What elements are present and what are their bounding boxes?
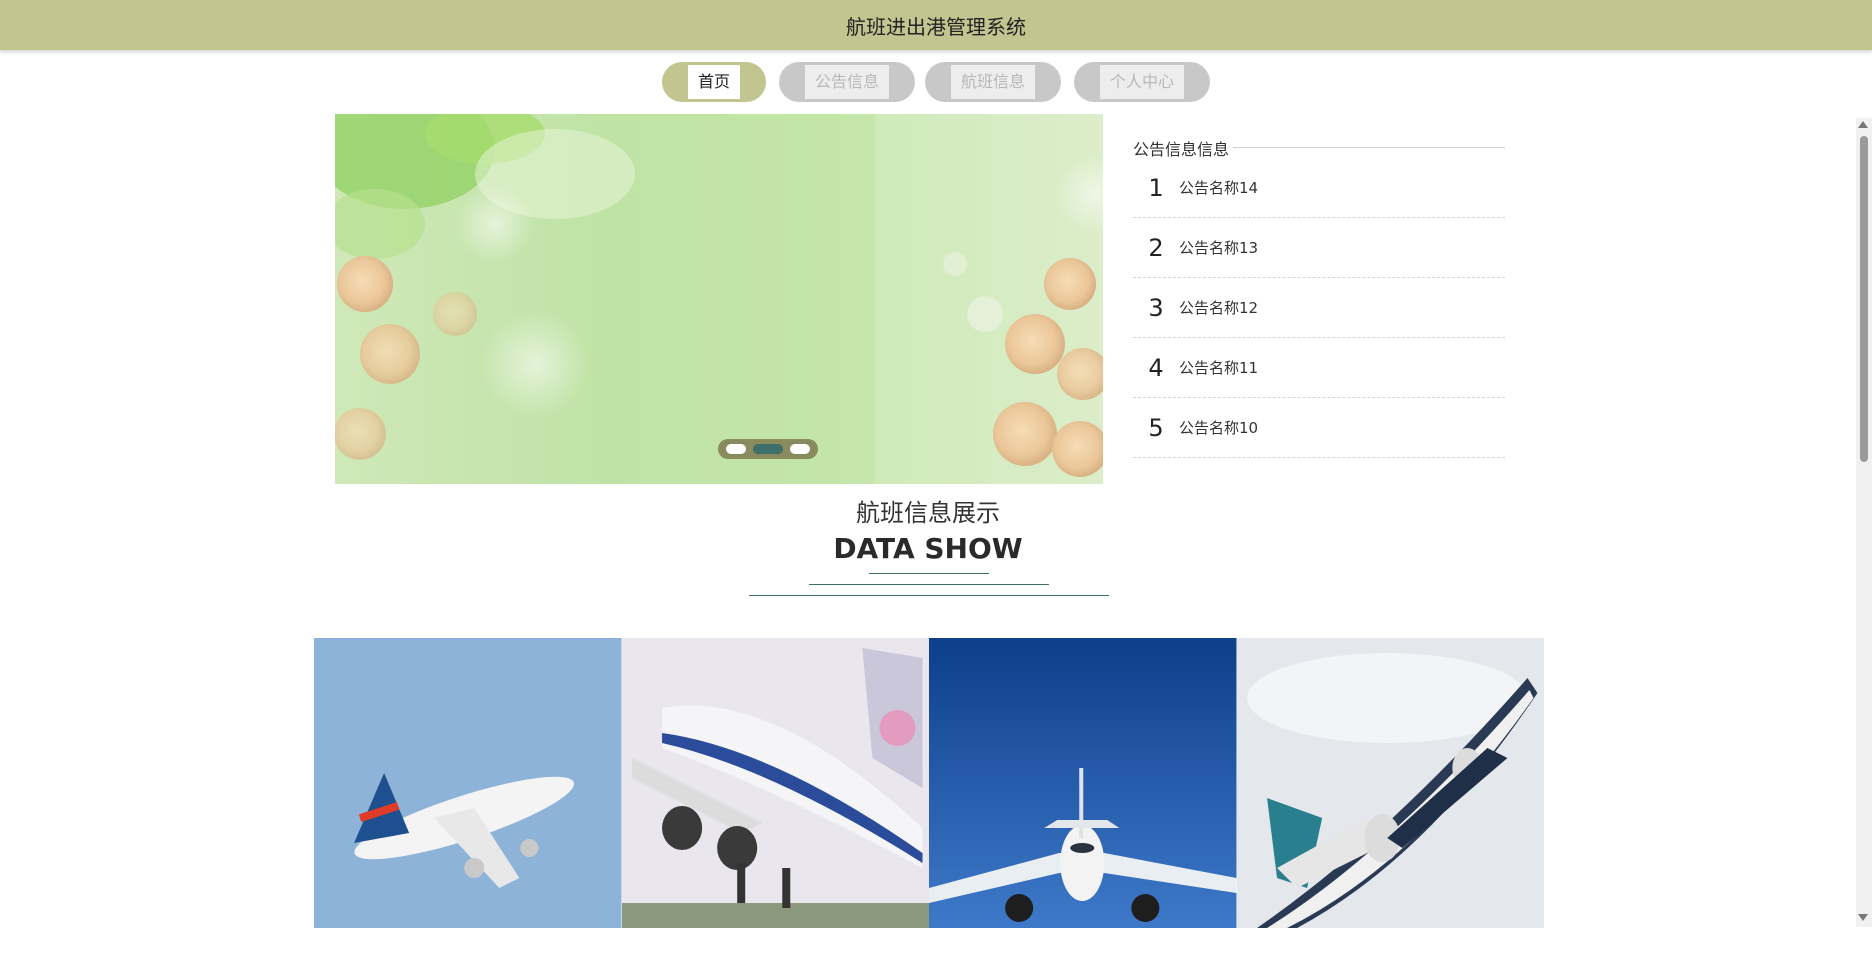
carousel-dot-active[interactable] xyxy=(753,444,783,454)
scroll-up-icon[interactable] xyxy=(1858,121,1868,128)
nav-item-notices[interactable]: 公告信息 xyxy=(779,62,915,102)
notice-text: 公告名称14 xyxy=(1179,179,1259,197)
nav-item-label: 公告信息 xyxy=(804,65,889,99)
nav-item-label: 首页 xyxy=(687,65,740,99)
airplane-icon xyxy=(314,638,622,928)
notice-number: 1 xyxy=(1148,173,1164,202)
carousel-indicators xyxy=(718,439,818,459)
notice-number: 4 xyxy=(1148,353,1164,382)
carousel-dot[interactable] xyxy=(726,444,746,454)
notice-text: 公告名称10 xyxy=(1179,419,1259,437)
notice-text: 公告名称12 xyxy=(1179,299,1259,317)
flight-gallery xyxy=(314,638,1544,928)
notice-item[interactable]: 4 公告名称11 xyxy=(1133,338,1505,398)
notice-item[interactable]: 2 公告名称13 xyxy=(1133,218,1505,278)
banner-image xyxy=(335,114,1103,484)
notice-item[interactable]: 3 公告名称12 xyxy=(1133,278,1505,338)
nav-item-label: 航班信息 xyxy=(950,65,1035,99)
section-subtitle: DATA SHOW xyxy=(833,532,1023,565)
notice-number: 5 xyxy=(1148,413,1164,442)
flight-card[interactable] xyxy=(1236,638,1544,928)
header-bar: 航班进出港管理系统 xyxy=(0,0,1872,50)
airplane-icon xyxy=(929,638,1237,928)
notice-item[interactable]: 5 公告名称10 xyxy=(1133,398,1505,458)
scrollbar-thumb[interactable] xyxy=(1860,136,1868,462)
nav-item-home[interactable]: 首页 xyxy=(662,62,766,102)
nav-item-profile[interactable]: 个人中心 xyxy=(1074,62,1210,102)
airplane-icon xyxy=(621,638,929,928)
notice-text: 公告名称13 xyxy=(1179,239,1259,257)
notice-header: 公告信息信息 xyxy=(1133,134,1505,160)
notice-panel: 公告信息信息 1 公告名称14 2 公告名称13 3 公告名称12 4 公告名称… xyxy=(1133,134,1505,458)
notice-item[interactable]: 1 公告名称14 xyxy=(1133,158,1505,218)
notice-number: 3 xyxy=(1148,293,1164,322)
nav-item-flights[interactable]: 航班信息 xyxy=(925,62,1061,102)
divider xyxy=(869,573,989,574)
airplane-icon xyxy=(1236,638,1544,928)
flight-card[interactable] xyxy=(314,638,622,928)
section-title: 航班信息展示 xyxy=(856,499,1000,527)
nav-item-label: 个人中心 xyxy=(1099,65,1184,99)
flight-card[interactable] xyxy=(621,638,929,928)
banner-carousel[interactable] xyxy=(335,114,1103,484)
flight-card[interactable] xyxy=(929,638,1237,928)
notice-title: 公告信息信息 xyxy=(1133,136,1234,160)
divider xyxy=(809,584,1049,585)
main-nav: 首页 公告信息 航班信息 个人中心 xyxy=(0,62,1872,104)
divider xyxy=(749,595,1109,596)
notice-number: 2 xyxy=(1148,233,1164,262)
scroll-down-icon[interactable] xyxy=(1858,914,1868,921)
app-title: 航班进出港管理系统 xyxy=(846,14,1026,39)
notice-text: 公告名称11 xyxy=(1179,359,1259,377)
carousel-dot[interactable] xyxy=(790,444,810,454)
